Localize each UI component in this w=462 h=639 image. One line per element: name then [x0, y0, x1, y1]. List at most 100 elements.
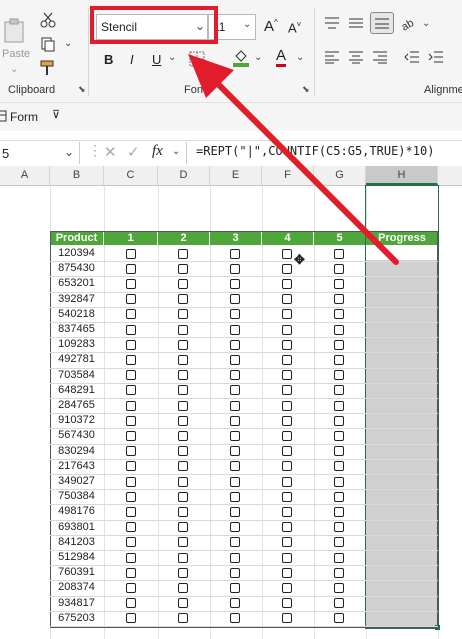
checkbox-1[interactable]: [126, 476, 136, 487]
checkbox-4[interactable]: [282, 582, 292, 593]
checkbox-2[interactable]: [178, 582, 188, 593]
checkbox-1[interactable]: [126, 400, 136, 411]
checkbox-1[interactable]: [126, 430, 136, 441]
product-cell[interactable]: 567430: [50, 428, 103, 444]
font-color-button[interactable]: A: [276, 48, 287, 67]
checkbox-3[interactable]: [230, 613, 240, 624]
checkbox-4[interactable]: [282, 370, 292, 381]
chevron-down-icon[interactable]: ⌄: [168, 52, 176, 63]
checkbox-1[interactable]: [126, 354, 136, 365]
active-cell[interactable]: [366, 245, 438, 260]
checkbox-2[interactable]: [178, 385, 188, 396]
checkbox-2[interactable]: [178, 248, 188, 259]
checkbox-1[interactable]: [126, 294, 136, 305]
product-cell[interactable]: 648291: [50, 383, 103, 399]
checkbox-1[interactable]: [126, 415, 136, 426]
increase-indent-icon[interactable]: [428, 50, 444, 64]
checkbox-1[interactable]: [126, 567, 136, 578]
product-cell[interactable]: 217643: [50, 459, 103, 475]
column-header-h[interactable]: H: [366, 166, 438, 185]
fill-color-icon[interactable]: [232, 48, 250, 68]
checkbox-4[interactable]: [282, 506, 292, 517]
checkbox-2[interactable]: [178, 506, 188, 517]
checkbox-2[interactable]: [178, 567, 188, 578]
checkbox-3[interactable]: [230, 491, 240, 502]
checkbox-4[interactable]: [282, 278, 292, 289]
checkbox-5[interactable]: [334, 567, 344, 578]
checkbox-3[interactable]: [230, 294, 240, 305]
product-cell[interactable]: 934817: [50, 596, 103, 612]
checkbox-5[interactable]: [334, 476, 344, 487]
checkbox-3[interactable]: [230, 400, 240, 411]
product-cell[interactable]: 392847: [50, 292, 103, 308]
checkbox-3[interactable]: [230, 598, 240, 609]
column-header-g[interactable]: G: [314, 166, 366, 185]
checkbox-4[interactable]: [282, 567, 292, 578]
paste-button[interactable]: Paste ⌄: [0, 18, 32, 78]
checkbox-3[interactable]: [230, 476, 240, 487]
align-top-icon[interactable]: [324, 16, 340, 30]
column-header-c[interactable]: C: [104, 166, 158, 185]
checkbox-4[interactable]: [282, 339, 292, 350]
italic-button[interactable]: I: [130, 52, 134, 67]
format-painter-icon[interactable]: [40, 60, 56, 76]
product-cell[interactable]: 675203: [50, 611, 103, 627]
checkbox-2[interactable]: [178, 263, 188, 274]
checkbox-2[interactable]: [178, 354, 188, 365]
checkbox-3[interactable]: [230, 415, 240, 426]
formula-bar-more-icon[interactable]: ⋮: [88, 142, 102, 159]
checkbox-4[interactable]: [282, 522, 292, 533]
checkbox-5[interactable]: [334, 385, 344, 396]
checkbox-2[interactable]: [178, 415, 188, 426]
checkbox-5[interactable]: [334, 552, 344, 563]
product-cell[interactable]: 837465: [50, 322, 103, 338]
checkbox-4[interactable]: [282, 294, 292, 305]
checkbox-4[interactable]: [282, 400, 292, 411]
product-cell[interactable]: 284765: [50, 398, 103, 414]
align-right-icon[interactable]: [372, 50, 388, 64]
checkbox-5[interactable]: [334, 278, 344, 289]
product-cell[interactable]: 208374: [50, 580, 103, 596]
checkbox-2[interactable]: [178, 309, 188, 320]
checkbox-5[interactable]: [334, 415, 344, 426]
cut-icon[interactable]: [40, 12, 56, 28]
product-cell[interactable]: 760391: [50, 565, 103, 581]
checkbox-4[interactable]: [282, 309, 292, 320]
checkbox-3[interactable]: [230, 339, 240, 350]
checkbox-3[interactable]: [230, 309, 240, 320]
checkbox-4[interactable]: [282, 598, 292, 609]
enter-icon[interactable]: ✓: [127, 143, 140, 161]
chevron-down-icon[interactable]: ⌄: [172, 146, 180, 157]
checkbox-1[interactable]: [126, 598, 136, 609]
product-cell[interactable]: 750384: [50, 489, 103, 505]
checkbox-1[interactable]: [126, 461, 136, 472]
decrease-indent-icon[interactable]: [404, 50, 420, 64]
checkbox-3[interactable]: [230, 248, 240, 259]
checkbox-3[interactable]: [230, 552, 240, 563]
checkbox-5[interactable]: [334, 522, 344, 533]
product-cell[interactable]: 830294: [50, 444, 103, 460]
checkbox-5[interactable]: [334, 598, 344, 609]
product-cell[interactable]: 841203: [50, 535, 103, 551]
product-cell[interactable]: 109283: [50, 337, 103, 353]
checkbox-4[interactable]: [282, 461, 292, 472]
checkbox-3[interactable]: [230, 263, 240, 274]
column-header-b[interactable]: B: [50, 166, 104, 185]
checkbox-2[interactable]: [178, 461, 188, 472]
borders-icon[interactable]: [188, 50, 206, 68]
checkbox-5[interactable]: [334, 400, 344, 411]
checkbox-1[interactable]: [126, 491, 136, 502]
checkbox-3[interactable]: [230, 354, 240, 365]
column-header-e[interactable]: E: [210, 166, 262, 185]
checkbox-3[interactable]: [230, 324, 240, 335]
checkbox-1[interactable]: [126, 552, 136, 563]
align-middle-icon[interactable]: [348, 16, 364, 30]
checkbox-2[interactable]: [178, 294, 188, 305]
checkbox-5[interactable]: [334, 309, 344, 320]
product-cell[interactable]: 540218: [50, 307, 103, 323]
checkbox-5[interactable]: [334, 506, 344, 517]
product-cell[interactable]: 492781: [50, 352, 103, 368]
product-cell[interactable]: 498176: [50, 504, 103, 520]
checkbox-2[interactable]: [178, 430, 188, 441]
checkbox-1[interactable]: [126, 263, 136, 274]
